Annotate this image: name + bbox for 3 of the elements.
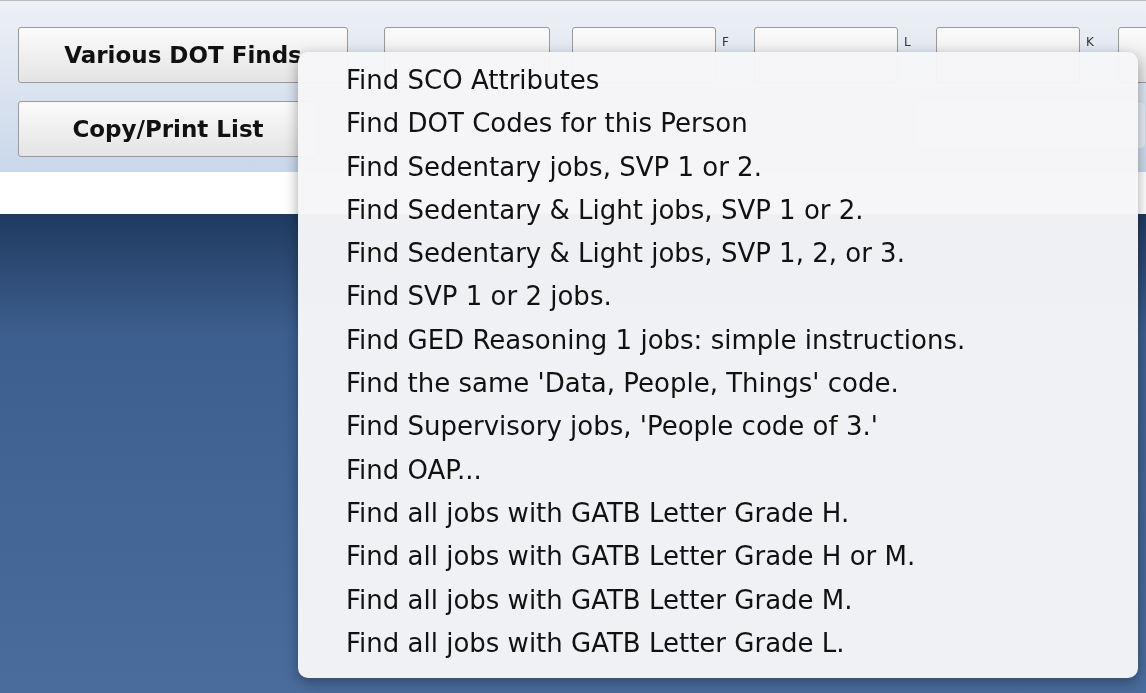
shortcut-label: K (1086, 35, 1095, 49)
shortcut-label: L (904, 35, 912, 49)
shortcut-label: F (722, 35, 730, 49)
